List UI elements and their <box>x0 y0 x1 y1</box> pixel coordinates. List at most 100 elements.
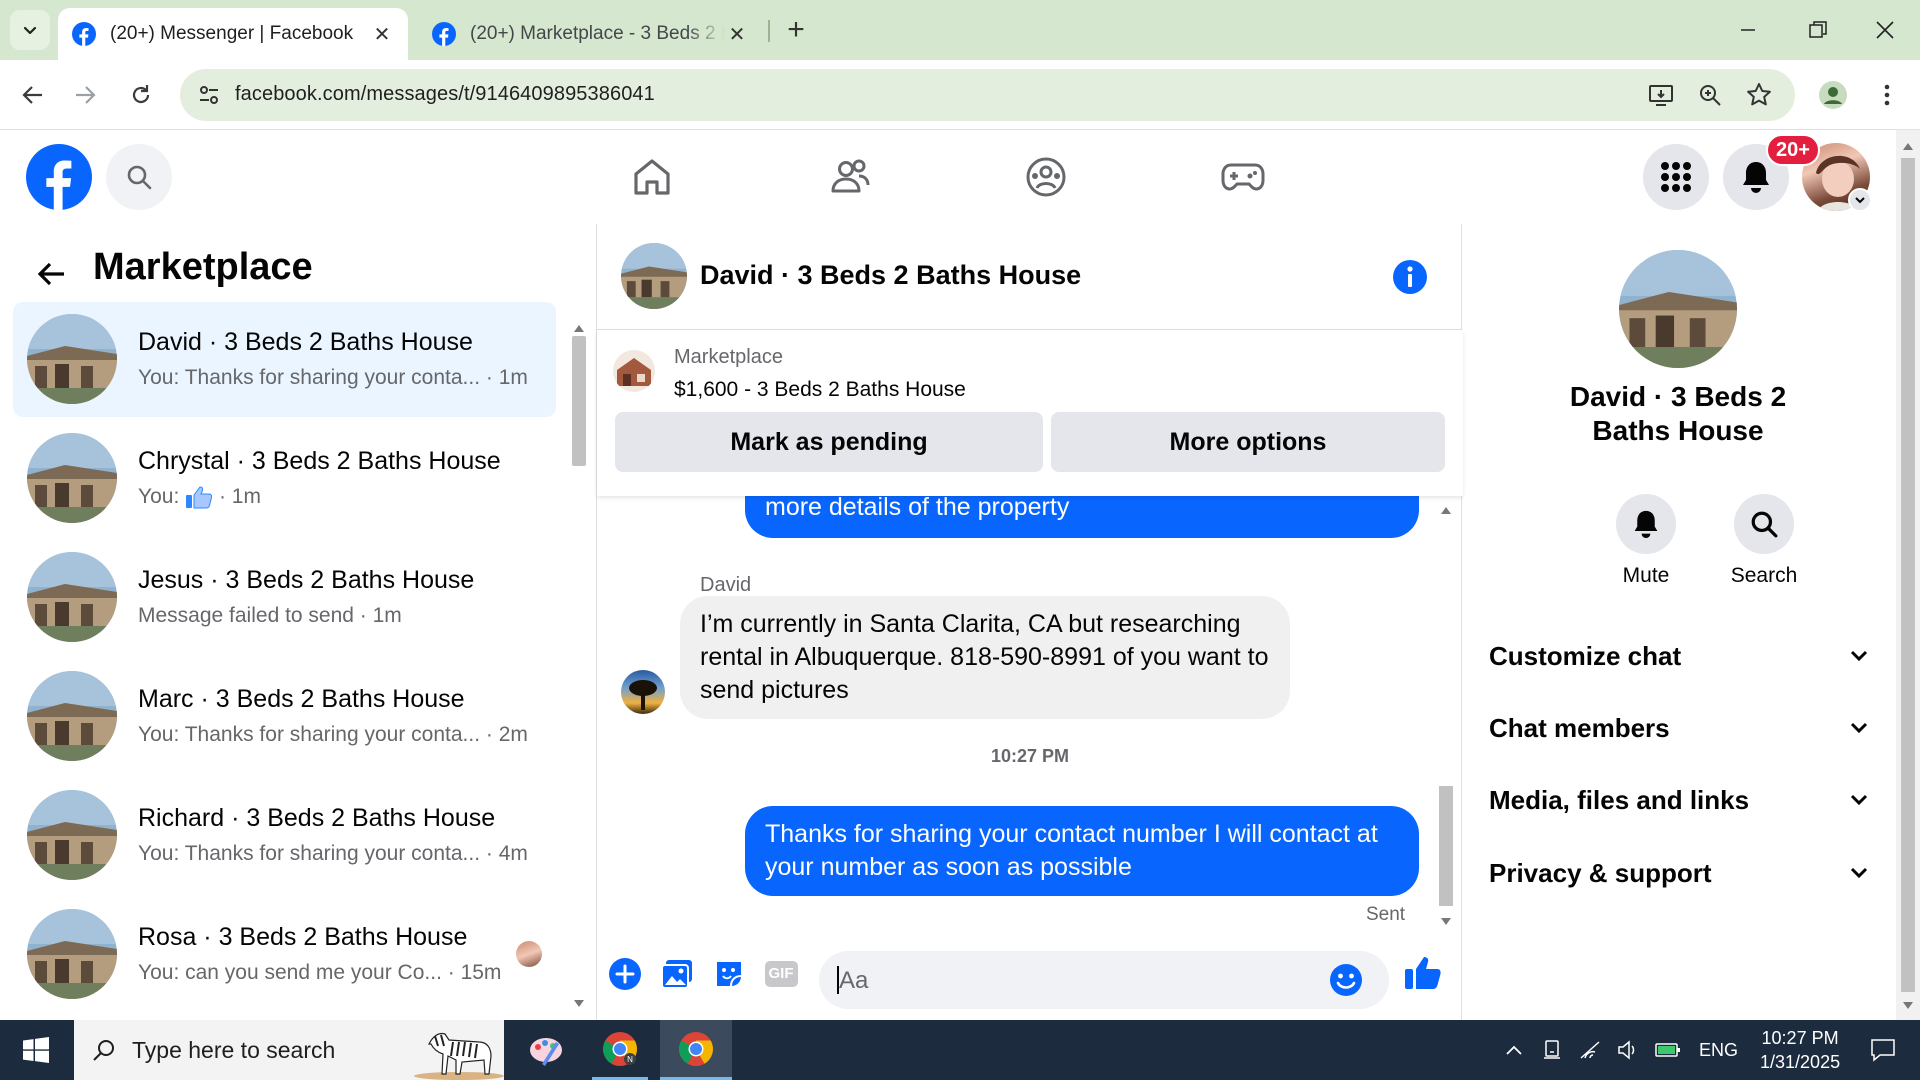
chat-title[interactable]: David · 3 Beds 2 Baths House <box>700 260 1081 291</box>
chevron-up-icon[interactable] <box>1505 1044 1523 1056</box>
device-icon[interactable] <box>1543 1040 1561 1060</box>
taskbar-search[interactable]: Type here to search <box>74 1020 504 1080</box>
tab-messenger[interactable]: (20+) Messenger | Facebook ✕ <box>58 8 408 60</box>
zoom-icon[interactable] <box>1698 83 1722 107</box>
tab-divider <box>768 20 770 42</box>
new-tab-button[interactable]: + <box>780 13 812 46</box>
conversation-item[interactable]: Chrystal · 3 Beds 2 Baths House You: · 1… <box>13 421 556 536</box>
install-app-icon[interactable] <box>1648 83 1674 107</box>
nav-friends[interactable] <box>820 152 880 202</box>
facebook-search-button[interactable] <box>106 144 172 210</box>
friends-icon <box>831 159 870 193</box>
site-info-icon[interactable] <box>198 84 220 106</box>
nav-groups[interactable] <box>1016 152 1076 202</box>
tab-marketplace[interactable]: (20+) Marketplace - 3 Beds 2 Baths ✕ <box>418 8 763 60</box>
bookmark-star-icon[interactable] <box>1746 82 1772 108</box>
search-in-chat-button[interactable]: Search <box>1719 494 1809 588</box>
gif-button[interactable]: GIF <box>761 954 801 994</box>
browser-menu-button[interactable] <box>1866 74 1908 116</box>
scrollbar-thumb[interactable] <box>1439 786 1453 906</box>
address-bar[interactable]: facebook.com/messages/t/9146409895386041 <box>180 69 1795 121</box>
mark-pending-button[interactable]: Mark as pending <box>615 412 1043 472</box>
windows-taskbar: Type here to search N ENG 10:27 PM 1/31/… <box>0 1020 1920 1080</box>
scroll-down-arrow-icon <box>1903 1002 1913 1009</box>
more-actions-button[interactable] <box>605 954 645 994</box>
groups-icon <box>1026 157 1066 197</box>
taskbar-search-placeholder: Type here to search <box>132 1036 336 1063</box>
more-options-button[interactable]: More options <box>1051 412 1445 472</box>
menu-button[interactable] <box>1643 144 1709 210</box>
listing-thumbnail[interactable] <box>613 350 655 392</box>
taskbar-app-chrome-2[interactable] <box>660 1020 732 1080</box>
scrollbar-thumb[interactable] <box>572 336 586 466</box>
forward-button[interactable] <box>64 74 106 116</box>
scrollbar-thumb[interactable] <box>1901 158 1915 992</box>
section-chat-members[interactable]: Chat members <box>1489 703 1869 753</box>
listing-title[interactable]: $1,600 - 3 Beds 2 Baths House <box>674 378 966 402</box>
restore-button[interactable] <box>1783 0 1853 60</box>
chat-avatar[interactable] <box>621 243 687 309</box>
chevron-down-icon <box>1850 867 1868 879</box>
mute-circle <box>1616 494 1676 554</box>
reload-icon <box>132 85 150 104</box>
back-button[interactable] <box>12 74 54 116</box>
taskbar-app-chrome-1[interactable]: N <box>592 1020 648 1080</box>
sticker-icon <box>717 962 742 987</box>
conversation-item[interactable]: Richard · 3 Beds 2 Baths House You: Than… <box>13 778 556 893</box>
wifi-icon[interactable] <box>1579 1040 1601 1060</box>
info-icon[interactable] <box>1392 259 1428 295</box>
chat-list-scrollbar[interactable] <box>570 324 588 1014</box>
account-chevron[interactable] <box>1848 188 1872 212</box>
chat-panel: David · 3 Beds 2 Baths House Marketplace… <box>596 224 1463 1020</box>
conversation-item[interactable]: David · 3 Beds 2 Baths House You: Thanks… <box>13 302 556 417</box>
profile-button[interactable] <box>1812 74 1854 116</box>
section-privacy-support[interactable]: Privacy & support <box>1489 848 1869 898</box>
section-customize-chat[interactable]: Customize chat <box>1489 631 1869 681</box>
language-indicator[interactable]: ENG <box>1699 1040 1738 1061</box>
speaker-icon[interactable] <box>1617 1040 1639 1060</box>
send-like-button[interactable] <box>1403 952 1443 992</box>
tree-photo-icon <box>629 680 657 710</box>
kebab-menu-icon <box>1884 84 1890 106</box>
conversation-preview: Message failed to send · 1m <box>138 604 402 627</box>
clock[interactable]: 10:27 PM 1/31/2025 <box>1760 1026 1840 1074</box>
battery-icon[interactable] <box>1655 1042 1681 1058</box>
reload-button[interactable] <box>120 74 162 116</box>
browser-tab-bar: (20+) Messenger | Facebook ✕ (20+) Marke… <box>0 0 1920 60</box>
conversation-item[interactable]: Rosa · 3 Beds 2 Baths House You: can you… <box>13 897 556 1012</box>
chat-details-avatar[interactable] <box>1619 250 1737 368</box>
gamepad-icon <box>1221 163 1265 191</box>
arrow-left-icon <box>38 262 64 286</box>
sticker-button[interactable] <box>709 954 749 994</box>
section-media-files-links[interactable]: Media, files and links <box>1489 775 1869 825</box>
conversation-name: Chrystal · 3 Beds 2 Baths House <box>138 447 501 475</box>
facebook-logo-icon[interactable] <box>26 144 92 210</box>
close-window-button[interactable] <box>1850 0 1920 60</box>
start-button[interactable] <box>0 1020 72 1080</box>
panel-title: Marketplace <box>93 246 313 288</box>
house-photo-icon <box>621 243 687 309</box>
attach-photo-button[interactable] <box>657 954 697 994</box>
back-button[interactable] <box>34 256 70 292</box>
conversation-preview: You: Thanks for sharing your conta... · … <box>138 842 528 865</box>
conversation-item[interactable]: Jesus · 3 Beds 2 Baths House Message fai… <box>13 540 556 655</box>
close-tab-icon[interactable]: ✕ <box>370 22 394 46</box>
page-scrollbar[interactable] <box>1896 130 1920 1020</box>
minimize-button[interactable] <box>1713 0 1783 60</box>
mute-button[interactable]: Mute <box>1601 494 1691 588</box>
tab-search-dropdown[interactable] <box>10 10 50 50</box>
house-photo-icon <box>27 671 117 761</box>
emoji-icon[interactable] <box>1329 963 1363 997</box>
nav-home[interactable] <box>622 152 682 202</box>
nav-gaming[interactable] <box>1213 152 1273 202</box>
taskbar-app-paint[interactable] <box>520 1020 572 1080</box>
plus-circle-icon <box>609 958 641 990</box>
message-input[interactable]: Aa <box>819 951 1389 1009</box>
conversation-item[interactable]: Marc · 3 Beds 2 Baths House You: Thanks … <box>13 659 556 774</box>
sender-avatar[interactable] <box>621 670 665 714</box>
message-scrollbar[interactable] <box>1437 496 1455 934</box>
close-tab-icon[interactable]: ✕ <box>725 22 749 46</box>
incoming-message: I’m currently in Santa Clarita, CA but r… <box>680 596 1290 719</box>
scroll-down-arrow-icon <box>574 1000 584 1007</box>
notifications-center-icon[interactable] <box>1870 1038 1896 1062</box>
